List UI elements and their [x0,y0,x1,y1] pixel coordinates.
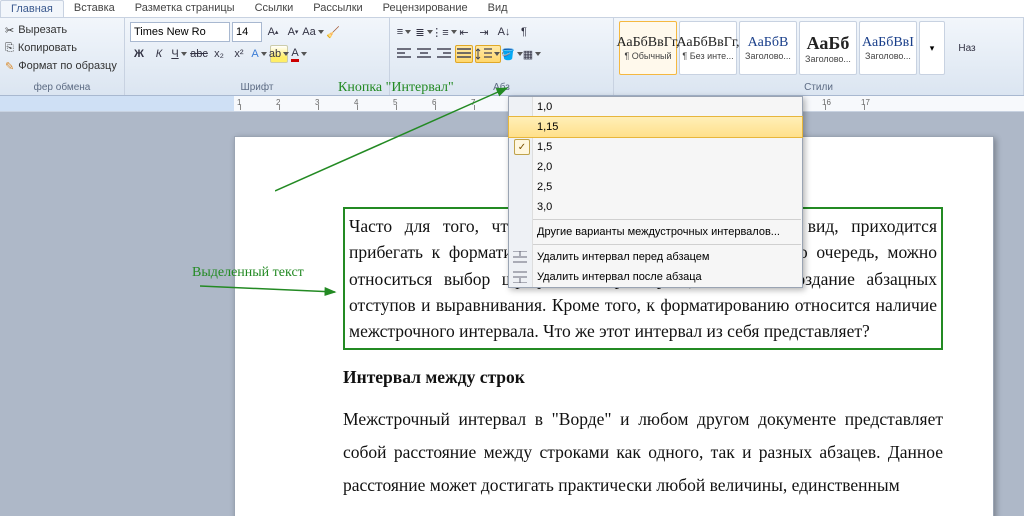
cut-button[interactable]: ✂Вырезать [5,21,119,39]
shrink-font-icon[interactable]: A▾ [284,23,302,41]
change-styles[interactable]: Наз [947,21,987,75]
tab-home[interactable]: Главная [0,0,64,17]
dd-spacing-3_0[interactable]: 3,0 [509,197,802,217]
decrease-indent-icon[interactable]: ⇤ [455,23,473,41]
body-paragraph[interactable]: Межстрочный интервал в "Ворде" и любом д… [343,403,943,503]
annotation-selected-text: Выделенный текст [192,265,304,281]
tab-references[interactable]: Ссылки [245,0,304,17]
dd-more-options[interactable]: Другие варианты междустрочных интервалов… [509,222,802,242]
dd-remove-before[interactable]: Удалить интервал перед абзацем [509,247,802,267]
shading-icon[interactable]: 🪣 [503,45,521,63]
bullets-icon[interactable]: ≡ [395,23,413,41]
arrow-to-selected-text [200,280,340,300]
show-marks-icon[interactable]: ¶ [515,23,533,41]
dd-spacing-2_5[interactable]: 2,5 [509,177,802,197]
text-effects-icon[interactable]: A [250,45,268,63]
arrow-to-interval-button [275,86,515,196]
sort-icon[interactable]: A↓ [495,23,513,41]
group-label-clipboard: фер обмена [5,82,119,94]
align-left-icon[interactable] [395,45,413,63]
change-case-icon[interactable]: Aa [304,23,322,41]
style-item-1[interactable]: АаБбВвГг,¶ Без инте... [679,21,737,75]
style-item-0[interactable]: АаБбВвГг,¶ Обычный [619,21,677,75]
tab-review[interactable]: Рецензирование [373,0,478,17]
align-justify-icon[interactable] [455,45,473,63]
group-label-styles: Стили [619,82,1018,94]
bold-button[interactable]: Ж [130,45,148,63]
strike-button[interactable]: abc [190,45,208,63]
font-name-select[interactable] [130,22,230,42]
underline-button[interactable]: Ч [170,45,188,63]
dd-spacing-1_5[interactable]: 1,5✓ [509,137,802,157]
ribbon-tabs: Главная Вставка Разметка страницы Ссылки… [0,0,1024,18]
dd-spacing-2_0[interactable]: 2,0 [509,157,802,177]
font-size-select[interactable] [232,22,262,42]
styles-gallery: АаБбВвГг,¶ ОбычныйАаБбВвГг,¶ Без инте...… [619,21,1018,75]
style-item-4[interactable]: АаБбВвІЗаголово... [859,21,917,75]
borders-icon[interactable]: ▦ [523,45,541,63]
style-item-3[interactable]: АаБбЗаголово... [799,21,857,75]
style-item-2[interactable]: АаБбВЗаголово... [739,21,797,75]
grow-font-icon[interactable]: A▴ [264,23,282,41]
align-center-icon[interactable] [415,45,433,63]
italic-button[interactable]: К [150,45,168,63]
increase-indent-icon[interactable]: ⇥ [475,23,493,41]
tab-mailings[interactable]: Рассылки [303,0,372,17]
tab-view[interactable]: Вид [478,0,518,17]
remove-before-icon [513,251,527,263]
superscript-button[interactable]: x² [230,45,248,63]
scissors-icon: ✂ [5,24,14,37]
numbering-icon[interactable]: ≣ [415,23,433,41]
group-styles: АаБбВвГг,¶ ОбычныйАаБбВвГг,¶ Без инте...… [614,18,1024,95]
line-spacing-button[interactable] [475,45,501,63]
heading[interactable]: Интервал между строк [343,364,943,390]
ribbon: ✂Вырезать ⎘Копировать ✎Формат по образцу… [0,18,1024,96]
clear-formatting-icon[interactable]: 🧹 [324,23,342,41]
brush-icon: ✎ [5,60,14,73]
tab-insert[interactable]: Вставка [64,0,125,17]
annotation-interval-button: Кнопка "Интервал" [338,80,454,96]
styles-more[interactable]: ▾ [919,21,945,75]
dd-spacing-1_0[interactable]: 1,0 [509,97,802,117]
font-color-icon[interactable]: A [290,45,308,63]
remove-after-icon [513,271,527,283]
dd-spacing-1_15[interactable]: 1,15 [508,116,803,138]
copy-button[interactable]: ⎘Копировать [5,39,119,57]
format-painter-button[interactable]: ✎Формат по образцу [5,57,119,75]
highlight-icon[interactable]: ab [270,45,288,63]
dd-remove-after[interactable]: Удалить интервал после абзаца [509,267,802,287]
tab-page-layout[interactable]: Разметка страницы [125,0,245,17]
group-clipboard: ✂Вырезать ⎘Копировать ✎Формат по образцу… [0,18,125,95]
subscript-button[interactable]: x₂ [210,45,228,63]
multilevel-icon[interactable]: ⋮≡ [435,23,453,41]
line-spacing-dropdown: 1,01,151,5✓2,02,53,0 Другие варианты меж… [508,96,803,288]
align-right-icon[interactable] [435,45,453,63]
check-icon: ✓ [514,139,530,155]
copy-icon: ⎘ [5,42,14,55]
